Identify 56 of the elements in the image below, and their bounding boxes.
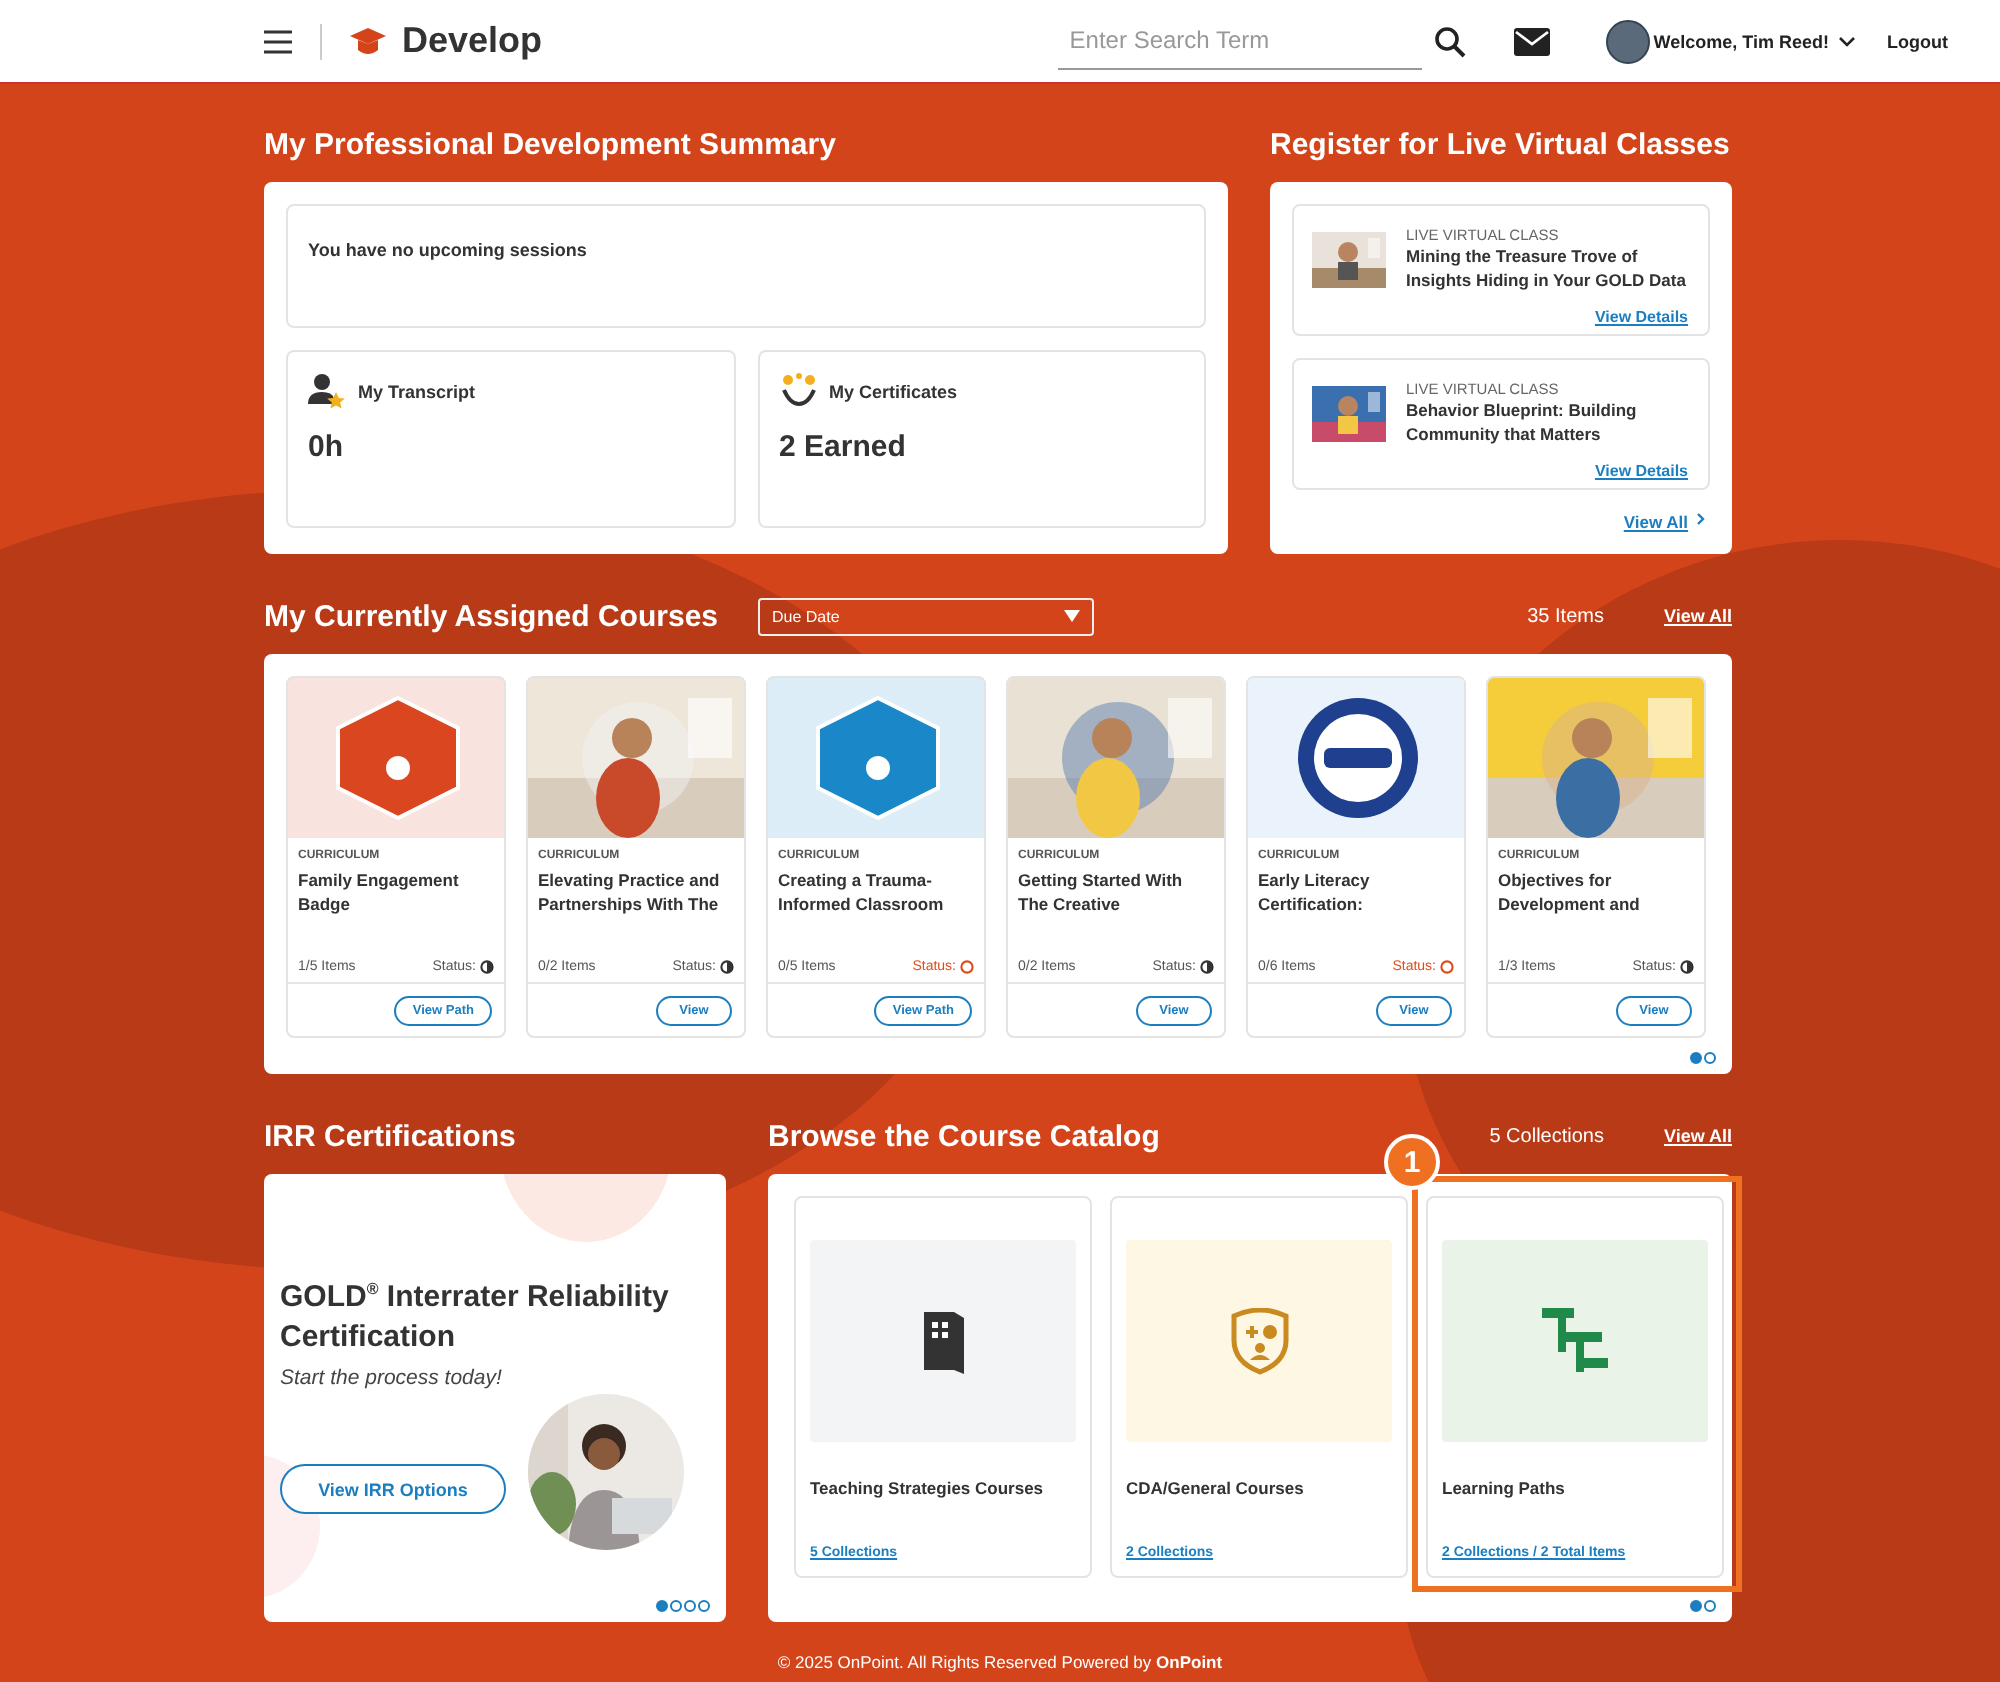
page-dot[interactable]: [656, 1600, 668, 1612]
collection-title: Teaching Strategies Courses: [810, 1478, 1046, 1498]
sort-dropdown[interactable]: Due Date: [758, 597, 1094, 635]
course-title: Family Engagement Badge: [298, 870, 461, 916]
footer-text: © 2025 OnPoint. All Rights Reserved Powered by OnPoint: [777, 1652, 1223, 1672]
collection-title: Learning Paths: [1442, 1478, 1567, 1498]
view-irr-options-button[interactable]: View IRR Options: [280, 1464, 506, 1514]
caret-icon: [1837, 35, 1855, 47]
stat-label: My Transcript: [358, 381, 476, 401]
page-dot[interactable]: [1690, 1600, 1702, 1612]
sessions-text: You have no upcoming sessions: [308, 240, 587, 260]
section-title: IRR Certifications: [264, 1119, 516, 1153]
section-title: My Currently Assigned Courses: [264, 599, 718, 633]
logout-link[interactable]: Logout: [1887, 31, 1948, 51]
course-title: Objectives for Development and: [1498, 870, 1642, 916]
stat-value: 0h: [308, 430, 346, 464]
page-dot[interactable]: [1690, 1052, 1702, 1064]
menu-icon[interactable]: [264, 29, 292, 53]
collection-title: CDA/General Courses: [1126, 1478, 1306, 1498]
user-menu[interactable]: Welcome, Tim Reed!: [1653, 31, 1855, 51]
class-title: Mining the Treasure Trove of Insights Hiding in Your GOLD Data: [1406, 244, 1688, 292]
section-title: Register for Live Virtual Classes: [1270, 127, 1730, 161]
graduation-cap-icon: [350, 25, 386, 57]
search-icon[interactable]: [1433, 25, 1466, 57]
mail-icon[interactable]: [1513, 27, 1550, 55]
irr-subtitle: Start the process today!: [280, 1366, 504, 1390]
view-all-link[interactable]: View All: [1663, 606, 1732, 626]
item-count: 35 Items: [1527, 605, 1604, 627]
collection-count: 5 Collections: [1489, 1125, 1604, 1147]
page-dot[interactable]: [670, 1600, 682, 1612]
section-title: My Professional Development Summary: [264, 127, 836, 161]
stat-value: 2 Earned: [779, 430, 908, 464]
view-details-link[interactable]: View Details: [1594, 462, 1688, 480]
app-name: Develop: [402, 20, 543, 62]
avatar: [1605, 19, 1650, 63]
caret-icon: [1064, 610, 1080, 622]
irr-heading: GOLD$^{®}$ Interrater Reliability Certification: [280, 1278, 671, 1358]
stat-label: My Certificates: [829, 381, 958, 401]
callout-number: 1: [1384, 1134, 1440, 1190]
door-icon: [919, 1307, 967, 1375]
section-title: Browse the Course Catalog: [768, 1119, 1160, 1153]
course-title: Getting Started With The Creative: [1018, 870, 1185, 916]
page-dot[interactable]: [684, 1600, 696, 1612]
course-title: Creating a Trauma-Informed Classroom: [778, 870, 946, 916]
page-dot[interactable]: [1704, 1600, 1716, 1612]
search-field[interactable]: Enter Search Term: [1057, 13, 1422, 69]
course-title: Elevating Practice and Partnerships With The: [538, 870, 722, 916]
class-title: Behavior Blueprint: Building Community that Matters: [1406, 398, 1639, 446]
course-title: Early Literacy Certification:: [1258, 870, 1372, 916]
page-dot[interactable]: [1704, 1052, 1716, 1064]
view-all-link[interactable]: View All: [1663, 1126, 1732, 1146]
chevron-icon: [1696, 512, 1706, 526]
page-dot[interactable]: [698, 1600, 710, 1612]
shield-icon: [1227, 1307, 1291, 1375]
view-all-link[interactable]: View All: [1623, 512, 1688, 532]
view-details-link[interactable]: View Details: [1594, 308, 1688, 326]
